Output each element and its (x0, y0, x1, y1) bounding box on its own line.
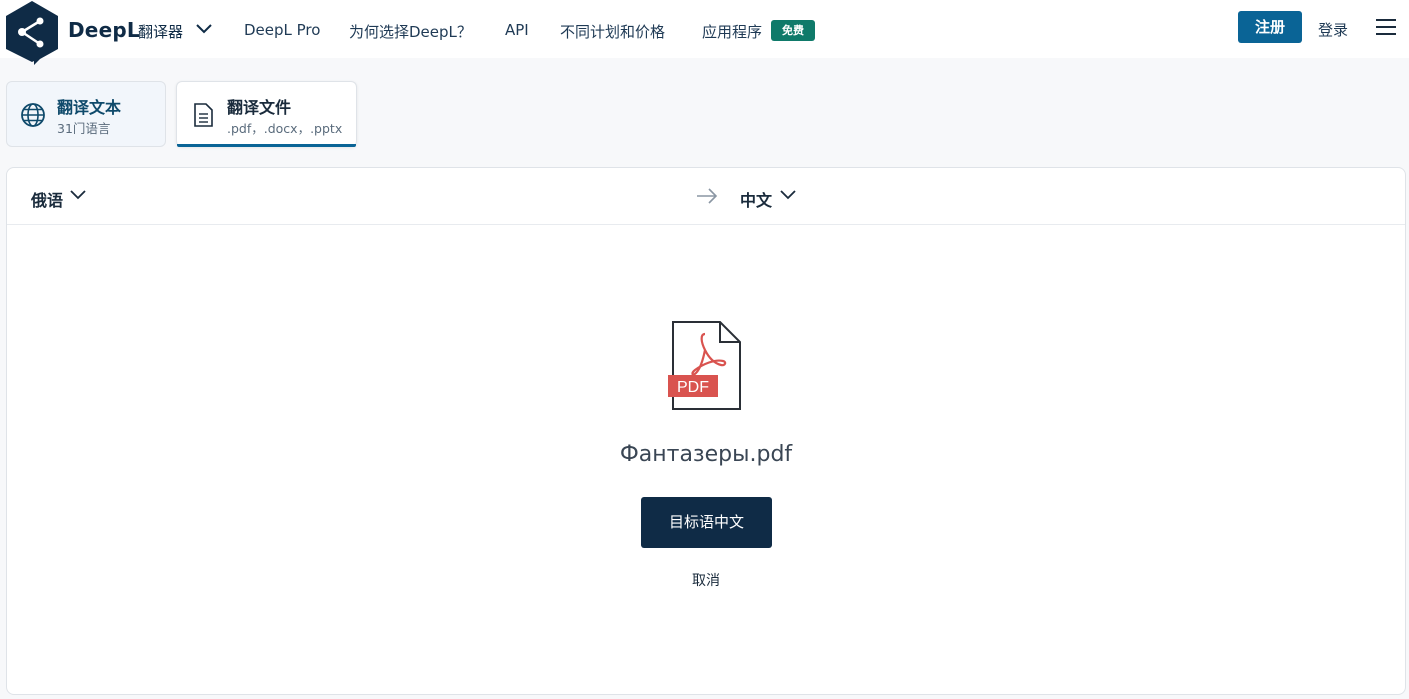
globe-icon (21, 103, 45, 127)
uploaded-file-name: Фантазеры.pdf (619, 442, 793, 467)
top-navbar: DeepL 翻译器 DeepL Pro 为何选择DeepL？ API 不同计划和… (0, 0, 1409, 65)
tab-translate-files-subtitle: .pdf，.docx，.pptx (227, 121, 343, 136)
nav-why-deepl[interactable]: 为何选择DeepL？ (349, 21, 472, 42)
chevron-down-icon[interactable] (779, 188, 797, 202)
nav-apps[interactable]: 应用程序 (702, 21, 762, 42)
tab-translate-text-title: 翻译文本 (57, 98, 122, 117)
brand-name[interactable]: DeepL (68, 18, 140, 42)
target-language-select[interactable]: 中文 (740, 187, 772, 211)
free-badge: 免费 (771, 20, 815, 41)
cancel-link[interactable]: 取消 (7, 570, 1405, 590)
chevron-down-icon[interactable] (194, 22, 214, 36)
login-link[interactable]: 登录 (1318, 19, 1348, 40)
chevron-down-icon[interactable] (69, 188, 87, 202)
document-icon (194, 103, 213, 127)
pdf-file-icon: PDF (668, 321, 741, 410)
nav-api[interactable]: API (505, 21, 529, 39)
deepl-logo-icon[interactable] (6, 1, 58, 65)
tab-translate-files[interactable]: 翻译文件 .pdf，.docx，.pptx (176, 81, 357, 147)
document-translator-panel: 俄语 中文 PDF Фантазеры.pdf 目标语中文 取消 (6, 167, 1406, 695)
language-bar: 俄语 中文 (7, 168, 1405, 225)
source-language-select[interactable]: 俄语 (31, 187, 63, 211)
tab-translate-text[interactable]: 翻译文本 31门语言 (6, 81, 166, 147)
pdf-type-label: PDF (677, 379, 709, 396)
arrow-right-icon[interactable] (695, 187, 719, 205)
nav-plans-pricing[interactable]: 不同计划和价格 (560, 21, 665, 42)
hamburger-menu-icon[interactable] (1376, 19, 1396, 35)
translate-to-target-button[interactable]: 目标语中文 (641, 497, 772, 548)
nav-deepl-pro[interactable]: DeepL Pro (244, 21, 320, 39)
product-name[interactable]: 翻译器 (138, 21, 183, 42)
signup-button[interactable]: 注册 (1238, 11, 1302, 43)
tab-translate-text-subtitle: 31门语言 (57, 121, 111, 136)
tab-translate-files-title: 翻译文件 (227, 98, 292, 117)
